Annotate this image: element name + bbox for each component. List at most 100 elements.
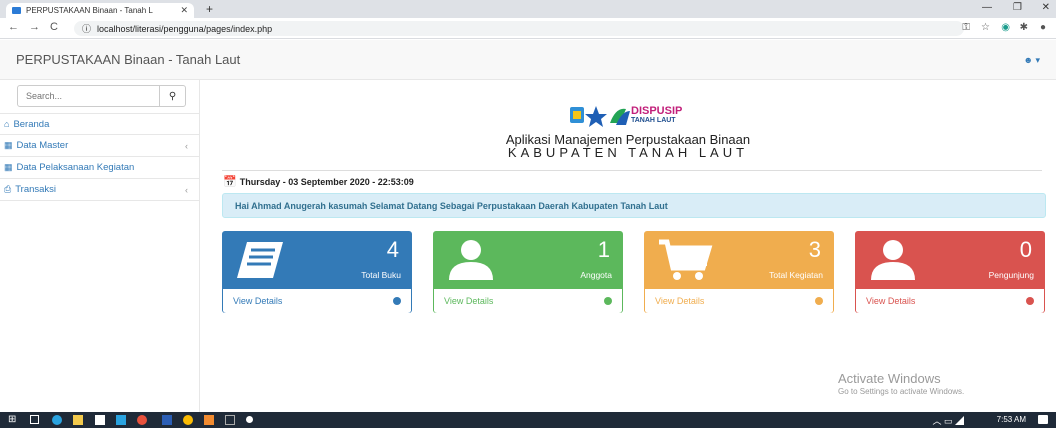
logo-subtext: TANAH LAUT: [631, 117, 676, 124]
sidebar-item-data-master[interactable]: ▦ Data Master ‹: [0, 135, 200, 157]
extension-icon[interactable]: ◉: [1001, 22, 1010, 33]
restore-icon[interactable]: ❐: [1013, 2, 1022, 13]
favicon-icon: [12, 7, 21, 14]
url-text: localhost/literasi/pengguna/pages/index.…: [97, 23, 273, 34]
arrow-circle-right-icon: [393, 297, 401, 305]
calendar-icon: 📅: [223, 176, 237, 188]
user-icon: [446, 238, 496, 287]
recording-icon[interactable]: [246, 416, 253, 423]
watermark-title: Activate Windows: [838, 371, 941, 386]
navbar-brand[interactable]: PERPUSTAKAAN Binaan - Tanah Laut: [16, 52, 240, 67]
chevron-left-icon: ‹: [185, 184, 188, 195]
logo-text: DISPUSIP: [631, 105, 683, 117]
main-content: DISPUSIP TANAH LAUT Aplikasi Manajemen P…: [200, 80, 1056, 412]
sidebar-item-transaksi[interactable]: ⎙ Transaksi ‹: [0, 179, 200, 201]
user-menu-icon[interactable]: ☻ ▾: [1024, 55, 1041, 66]
panel-label: Pengunjung: [988, 270, 1034, 280]
view-details-label: View Details: [655, 296, 705, 306]
view-details-label: View Details: [866, 296, 916, 306]
welcome-text: Hai Ahmad Anugerah kasumah Selamat Datan…: [235, 200, 668, 211]
activate-windows-watermark: Activate Windows Go to Settings to activ…: [838, 371, 964, 396]
print-icon: ⎙: [4, 184, 12, 194]
minimize-icon[interactable]: —: [982, 2, 992, 13]
profile-avatar-icon[interactable]: ●: [1040, 22, 1046, 33]
search-icon[interactable]: ⚲: [159, 86, 185, 106]
user-icon: [868, 238, 918, 287]
panel-label: Total Kegiatan: [769, 270, 823, 280]
panel-label: Anggota: [580, 270, 612, 280]
chevron-left-icon: ‹: [185, 140, 188, 151]
sidebar: ⚲ ⌂ Beranda ▦ Data Master ‹ ▦ Data Pelak…: [0, 80, 200, 412]
mail-icon[interactable]: [116, 415, 126, 425]
xampp-icon[interactable]: [204, 415, 214, 425]
panel-count: 3: [808, 237, 821, 262]
view-details-label: View Details: [444, 296, 494, 306]
welcome-alert: Hai Ahmad Anugerah kasumah Selamat Datan…: [222, 193, 1046, 218]
info-icon[interactable]: ⓘ: [82, 22, 91, 35]
new-tab-icon[interactable]: +: [206, 2, 213, 16]
back-icon[interactable]: ←: [8, 21, 19, 33]
view-details-link[interactable]: View Details: [223, 289, 411, 313]
date-text: Thursday - 03 September 2020 - 22:53:09: [239, 176, 414, 187]
panel-anggota: 1 Anggota View Details: [433, 231, 623, 313]
arrow-circle-right-icon: [815, 297, 823, 305]
chrome-icon[interactable]: [183, 415, 193, 425]
reload-icon[interactable]: C: [50, 21, 58, 33]
sidebar-search: ⚲: [17, 85, 186, 107]
page-subtitle: KABUPATEN TANAH LAUT: [507, 145, 749, 160]
address-bar-row: ← → C ⓘ localhost/literasi/pengguna/page…: [0, 18, 1056, 39]
panel-count: 4: [386, 237, 399, 262]
system-tray[interactable]: ︿ ▭ ◢: [932, 414, 964, 427]
word-icon[interactable]: [162, 415, 172, 425]
file-explorer-icon[interactable]: [73, 415, 83, 425]
home-icon: ⌂: [4, 119, 10, 129]
browser-tab-strip: PERPUSTAKAAN Binaan - Tanah L ✕ + — ❐ ✕: [0, 0, 1056, 18]
panel-count: 0: [1019, 237, 1032, 262]
sidebar-item-label: Beranda: [13, 118, 50, 130]
sidebar-item-label: Data Pelaksanaan Kegiatan: [16, 162, 135, 173]
sidebar-item-data-pelaksanaan-kegiatan[interactable]: ▦ Data Pelaksanaan Kegiatan: [0, 157, 200, 179]
key-icon[interactable]: ⚿: [962, 22, 970, 33]
store-icon[interactable]: [95, 415, 105, 425]
book-icon: [235, 238, 285, 287]
panel-label: Total Buku: [361, 270, 401, 280]
puzzle-icon[interactable]: ✱: [1020, 22, 1028, 33]
url-field[interactable]: ⓘ localhost/literasi/pengguna/pages/inde…: [74, 21, 964, 36]
forward-icon[interactable]: →: [29, 21, 40, 33]
taskbar-clock[interactable]: 7:53 AM: [997, 415, 1026, 424]
task-view-icon[interactable]: [30, 415, 39, 424]
view-details-link[interactable]: View Details: [434, 289, 622, 313]
cart-icon: [657, 238, 713, 287]
sidebar-item-label: Data Master: [16, 140, 69, 151]
search-input[interactable]: [18, 86, 159, 106]
dispusip-logo: DISPUSIP TANAH LAUT: [568, 103, 688, 129]
close-window-icon[interactable]: ✕: [1042, 2, 1050, 13]
view-details-link[interactable]: View Details: [645, 289, 833, 313]
panel-total-buku: 4 Total Buku View Details: [222, 231, 412, 313]
windows-taskbar: ⊞ ︿ ▭ ◢ 7:53 AM: [0, 412, 1056, 428]
view-details-label: View Details: [233, 296, 283, 306]
opera-icon[interactable]: [137, 415, 147, 425]
watermark-subtitle: Go to Settings to activate Windows.: [838, 387, 965, 396]
table-icon: ▦: [4, 140, 13, 150]
browser-tab[interactable]: PERPUSTAKAAN Binaan - Tanah L ✕: [6, 3, 194, 18]
tab-title: PERPUSTAKAAN Binaan - Tanah L: [26, 6, 153, 15]
windows-start-icon[interactable]: ⊞: [8, 414, 18, 425]
panel-pengunjung: 0 Pengunjung View Details: [855, 231, 1045, 313]
date-display: 📅 Thursday - 03 September 2020 - 22:53:0…: [223, 175, 414, 188]
notifications-icon[interactable]: [1038, 415, 1048, 424]
view-details-link[interactable]: View Details: [856, 289, 1044, 313]
panel-total-kegiatan: 3 Total Kegiatan View Details: [644, 231, 834, 313]
sidebar-item-label: Transaksi: [15, 184, 57, 195]
arrow-circle-right-icon: [604, 297, 612, 305]
app-icon[interactable]: [225, 415, 235, 425]
app-navbar: PERPUSTAKAAN Binaan - Tanah Laut ☻ ▾: [0, 40, 1056, 80]
sidebar-item-beranda[interactable]: ⌂ Beranda: [0, 113, 200, 135]
panel-count: 1: [597, 237, 610, 262]
divider: [222, 170, 1042, 171]
table-icon: ▦: [4, 162, 13, 172]
arrow-circle-right-icon: [1026, 297, 1034, 305]
close-tab-icon[interactable]: ✕: [180, 5, 188, 16]
star-icon[interactable]: ☆: [981, 22, 990, 33]
edge-icon[interactable]: [52, 415, 62, 425]
